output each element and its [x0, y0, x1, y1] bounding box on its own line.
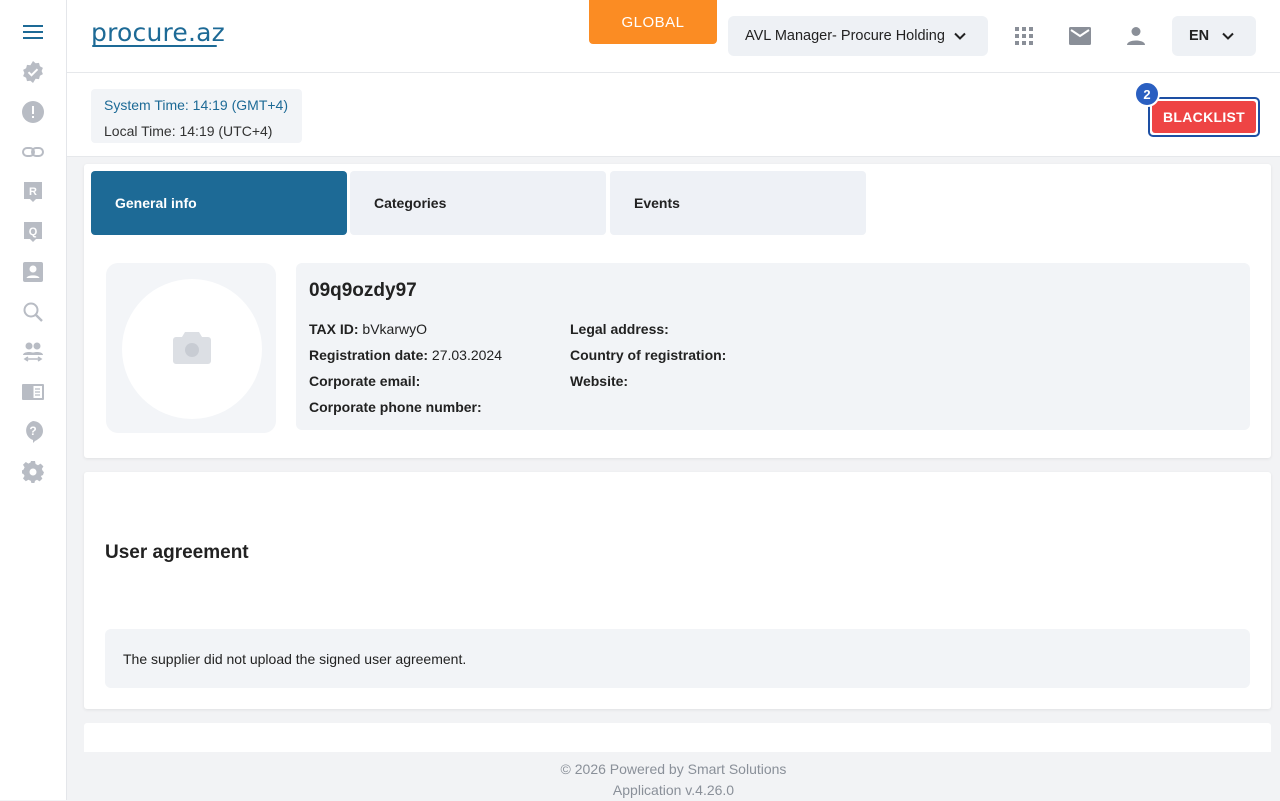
global-button[interactable]: GLOBAL	[589, 0, 717, 44]
language-selector-label: EN	[1189, 28, 1210, 44]
time-bar: System Time: 14:19 (GMT+4) Local Time: 1…	[67, 73, 1280, 157]
language-selector[interactable]: EN	[1172, 16, 1256, 56]
svg-text:R: R	[29, 186, 37, 198]
tab-events[interactable]: Events	[610, 171, 866, 235]
local-time: Local Time: 14:19 (UTC+4)	[104, 123, 273, 139]
camera-icon	[172, 329, 212, 370]
logo-underline	[92, 45, 217, 47]
system-time: System Time: 14:19 (GMT+4)	[104, 97, 288, 113]
tax-id-value: bVkarwyO	[362, 321, 427, 337]
verified-badge-icon[interactable]	[21, 60, 45, 84]
registration-date-label: Registration date:	[309, 347, 429, 363]
company-card: General info Categories Events 09q9ozdy9…	[84, 164, 1271, 458]
blacklist-count-badge: 2	[1134, 81, 1160, 107]
user-icon[interactable]	[1124, 24, 1148, 48]
organization-selector-label: AVL Manager- Procure Holding	[745, 28, 945, 44]
top-bar: procure.az GLOBAL AVL Manager- Procure H…	[67, 0, 1280, 73]
website-label: Website:	[570, 373, 629, 389]
blacklist-button[interactable]: BLACKLIST	[1152, 101, 1256, 133]
r-square-icon[interactable]: R	[21, 180, 45, 204]
user-agreement-card: User agreement The supplier did not uplo…	[84, 472, 1271, 709]
footer: © 2026 Powered by Smart Solutions Applic…	[67, 752, 1280, 800]
corporate-phone-field: Corporate phone number:	[309, 398, 482, 416]
corporate-phone-label: Corporate phone number:	[309, 399, 482, 415]
corporate-email-field: Corporate email:	[309, 372, 420, 390]
tab-categories[interactable]: Categories	[350, 171, 606, 235]
apps-grid-icon[interactable]	[1012, 24, 1036, 48]
footer-copyright: © 2026 Powered by Smart Solutions	[560, 761, 787, 777]
website-field: Website:	[570, 372, 628, 390]
country-of-registration-field: Country of registration:	[570, 346, 726, 364]
user-agreement-title: User agreement	[105, 542, 249, 563]
registration-date-value: 27.03.2024	[431, 347, 502, 363]
search-icon[interactable]	[21, 300, 45, 324]
sidebar: R Q ?	[0, 0, 67, 800]
svg-text:?: ?	[29, 424, 36, 438]
help-icon[interactable]: ?	[21, 420, 45, 444]
country-of-registration-label: Country of registration:	[570, 347, 727, 363]
gear-icon[interactable]	[21, 460, 45, 484]
legal-address-label: Legal address:	[570, 321, 669, 337]
q-square-icon[interactable]: Q	[21, 220, 45, 244]
company-logo-placeholder	[106, 263, 276, 433]
alert-icon[interactable]	[21, 100, 45, 124]
blacklist-button-focus-ring: BLACKLIST	[1148, 97, 1260, 137]
company-info-panel: 09q9ozdy97 TAX ID: bVkarwyO Registration…	[296, 263, 1250, 430]
footer-version: Application v.4.26.0	[612, 782, 735, 798]
avatar	[122, 279, 262, 419]
company-name: 09q9ozdy97	[309, 280, 417, 301]
book-icon[interactable]	[21, 380, 45, 404]
mail-icon[interactable]	[1068, 24, 1092, 48]
organization-selector[interactable]: AVL Manager- Procure Holding	[728, 16, 988, 56]
link-icon[interactable]	[21, 140, 45, 164]
svg-text:Q: Q	[29, 226, 38, 238]
menu-icon[interactable]	[21, 20, 45, 44]
users-exchange-icon[interactable]	[21, 340, 45, 364]
legal-address-field: Legal address:	[570, 320, 669, 338]
tax-id-field: TAX ID: bVkarwyO	[309, 320, 427, 338]
chevron-down-icon	[1220, 28, 1236, 48]
logo[interactable]: procure.az	[91, 18, 225, 47]
tax-id-label: TAX ID:	[309, 321, 359, 337]
registration-date-field: Registration date: 27.03.2024	[309, 346, 502, 364]
corporate-email-label: Corporate email:	[309, 373, 421, 389]
tab-general-info[interactable]: General info	[91, 171, 347, 235]
chevron-down-icon	[952, 28, 968, 48]
user-agreement-message: The supplier did not upload the signed u…	[105, 629, 1250, 688]
time-info-box: System Time: 14:19 (GMT+4) Local Time: 1…	[91, 89, 302, 143]
contact-card-icon[interactable]	[21, 260, 45, 284]
